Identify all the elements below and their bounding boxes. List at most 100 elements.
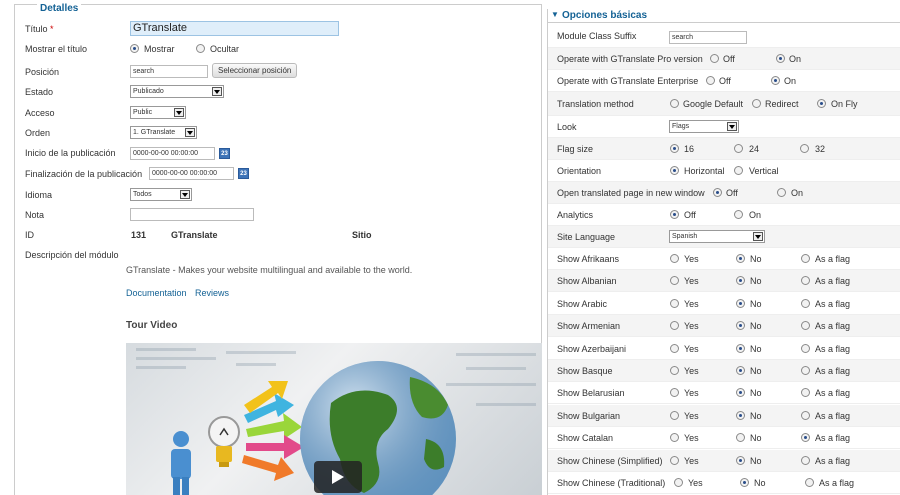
enterprise-off-label: Off <box>719 76 731 86</box>
show-yes-radio[interactable] <box>670 366 679 375</box>
show-no-radio[interactable] <box>736 366 745 375</box>
show-yes-radio[interactable] <box>670 298 679 308</box>
show-as-flag-label: As a flag <box>815 343 851 354</box>
show-no-label: No <box>750 455 762 466</box>
show-yes-radio[interactable] <box>670 321 679 331</box>
orientation-vertical-radio[interactable] <box>734 166 743 175</box>
publish-start-input[interactable]: 0000-00-00 00:00:00 <box>130 147 215 160</box>
language-row: Show Azerbaijani Yes No As a flag <box>548 337 900 360</box>
show-no-radio[interactable] <box>736 254 745 263</box>
show-yes-label: Yes <box>688 478 703 488</box>
hide-title-option: Ocultar <box>210 44 240 54</box>
pro-version-off-radio[interactable] <box>710 54 719 63</box>
module-suffix-input[interactable]: search <box>669 31 747 44</box>
access-label: Acceso <box>25 108 55 118</box>
title-label: Título * <box>25 24 54 34</box>
show-title-radio[interactable] <box>130 44 139 53</box>
title-input[interactable]: GTranslate <box>130 21 339 36</box>
access-select[interactable]: Public <box>130 106 186 119</box>
calendar-icon[interactable]: 23 <box>219 148 230 159</box>
new-window-off-radio[interactable] <box>713 188 722 197</box>
show-no-radio[interactable] <box>736 321 745 331</box>
show-no-radio[interactable] <box>736 388 745 398</box>
show-no-label: No <box>754 478 766 488</box>
show-no-radio[interactable] <box>736 298 745 308</box>
flag-size-32-radio[interactable] <box>800 144 809 153</box>
look-row: Look Flags <box>548 116 900 138</box>
show-no-radio[interactable] <box>740 478 749 487</box>
basic-options-header[interactable]: ▼ Opciones básicas <box>548 9 900 23</box>
orientation-horizontal-radio[interactable] <box>670 166 679 175</box>
new-window-off-label: Off <box>726 188 738 198</box>
show-yes-radio[interactable] <box>670 343 679 353</box>
enterprise-on-radio[interactable] <box>771 76 780 85</box>
show-as-flag-radio[interactable] <box>801 455 810 465</box>
language-select[interactable]: Todos <box>130 188 192 201</box>
method-google-radio[interactable] <box>670 99 679 108</box>
calendar-icon[interactable]: 23 <box>238 168 249 179</box>
documentation-link[interactable]: Documentation <box>126 288 187 298</box>
show-as-flag-radio[interactable] <box>801 343 810 353</box>
show-no-radio[interactable] <box>736 433 745 443</box>
show-no-label: No <box>750 410 762 421</box>
id-value: 131 <box>131 230 147 240</box>
language-row: Show Albanian Yes No As a flag <box>548 270 900 293</box>
show-as-flag-radio[interactable] <box>801 433 810 443</box>
select-position-button[interactable]: Seleccionar posición <box>212 63 298 78</box>
show-yes-radio[interactable] <box>674 478 683 487</box>
show-yes-label: Yes <box>684 433 699 444</box>
show-as-flag-radio[interactable] <box>801 366 810 375</box>
tour-video[interactable] <box>126 343 542 495</box>
show-yes-label: Yes <box>684 410 699 421</box>
chevron-down-icon <box>174 108 184 117</box>
show-yes-radio[interactable] <box>670 410 679 420</box>
show-yes-radio[interactable] <box>670 254 679 263</box>
site-language-select[interactable]: Spanish <box>669 230 765 243</box>
show-as-flag-radio[interactable] <box>801 410 810 420</box>
note-input[interactable] <box>130 208 254 221</box>
analytics-on-radio[interactable] <box>734 210 743 219</box>
show-as-flag-radio[interactable] <box>801 254 810 263</box>
pro-version-on-label: On <box>789 54 802 64</box>
position-input[interactable]: search <box>130 65 208 78</box>
show-as-flag-radio[interactable] <box>801 298 810 308</box>
new-window-on-radio[interactable] <box>777 188 786 197</box>
show-yes-label: Yes <box>684 276 699 287</box>
show-as-flag-label: As a flag <box>815 388 851 399</box>
publish-start-label: Inicio de la publicación <box>25 148 116 158</box>
show-yes-radio[interactable] <box>670 455 679 465</box>
show-as-flag-label: As a flag <box>819 478 855 488</box>
language-row: Show Bulgarian Yes No As a flag <box>548 404 900 427</box>
flag-size-16-radio[interactable] <box>670 144 679 153</box>
show-no-radio[interactable] <box>736 276 745 286</box>
module-suffix-label: Module Class Suffix <box>557 31 637 41</box>
look-select[interactable]: Flags <box>669 120 739 133</box>
hide-title-radio[interactable] <box>196 44 205 53</box>
show-as-flag-radio[interactable] <box>801 388 810 398</box>
show-yes-radio[interactable] <box>670 388 679 398</box>
analytics-off-radio[interactable] <box>670 210 679 219</box>
flag-size-24-radio[interactable] <box>734 144 743 153</box>
show-no-radio[interactable] <box>736 455 745 465</box>
order-select[interactable]: 1. GTranslate <box>130 126 197 139</box>
show-no-radio[interactable] <box>736 343 745 353</box>
status-select[interactable]: Publicado <box>130 85 224 98</box>
language-name: Show Albanian <box>557 276 617 287</box>
flag-size-row: Flag size 16 24 32 <box>548 138 900 160</box>
method-onfly-radio[interactable] <box>817 99 826 108</box>
show-yes-radio[interactable] <box>670 276 679 286</box>
method-redirect-radio[interactable] <box>752 99 761 108</box>
show-as-flag-radio[interactable] <box>801 321 810 331</box>
show-as-flag-radio[interactable] <box>801 276 810 286</box>
show-yes-radio[interactable] <box>670 433 679 443</box>
show-no-label: No <box>750 321 762 332</box>
language-name: Show Chinese (Simplified) <box>557 455 663 466</box>
show-as-flag-radio[interactable] <box>805 478 814 487</box>
enterprise-off-radio[interactable] <box>706 76 715 85</box>
show-no-radio[interactable] <box>736 410 745 420</box>
language-name: Show Afrikaans <box>557 254 620 264</box>
publish-end-input[interactable]: 0000-00-00 00:00:00 <box>149 167 234 180</box>
reviews-link[interactable]: Reviews <box>195 288 229 298</box>
language-name: Show Belarusian <box>557 388 625 399</box>
pro-version-on-radio[interactable] <box>776 54 785 63</box>
